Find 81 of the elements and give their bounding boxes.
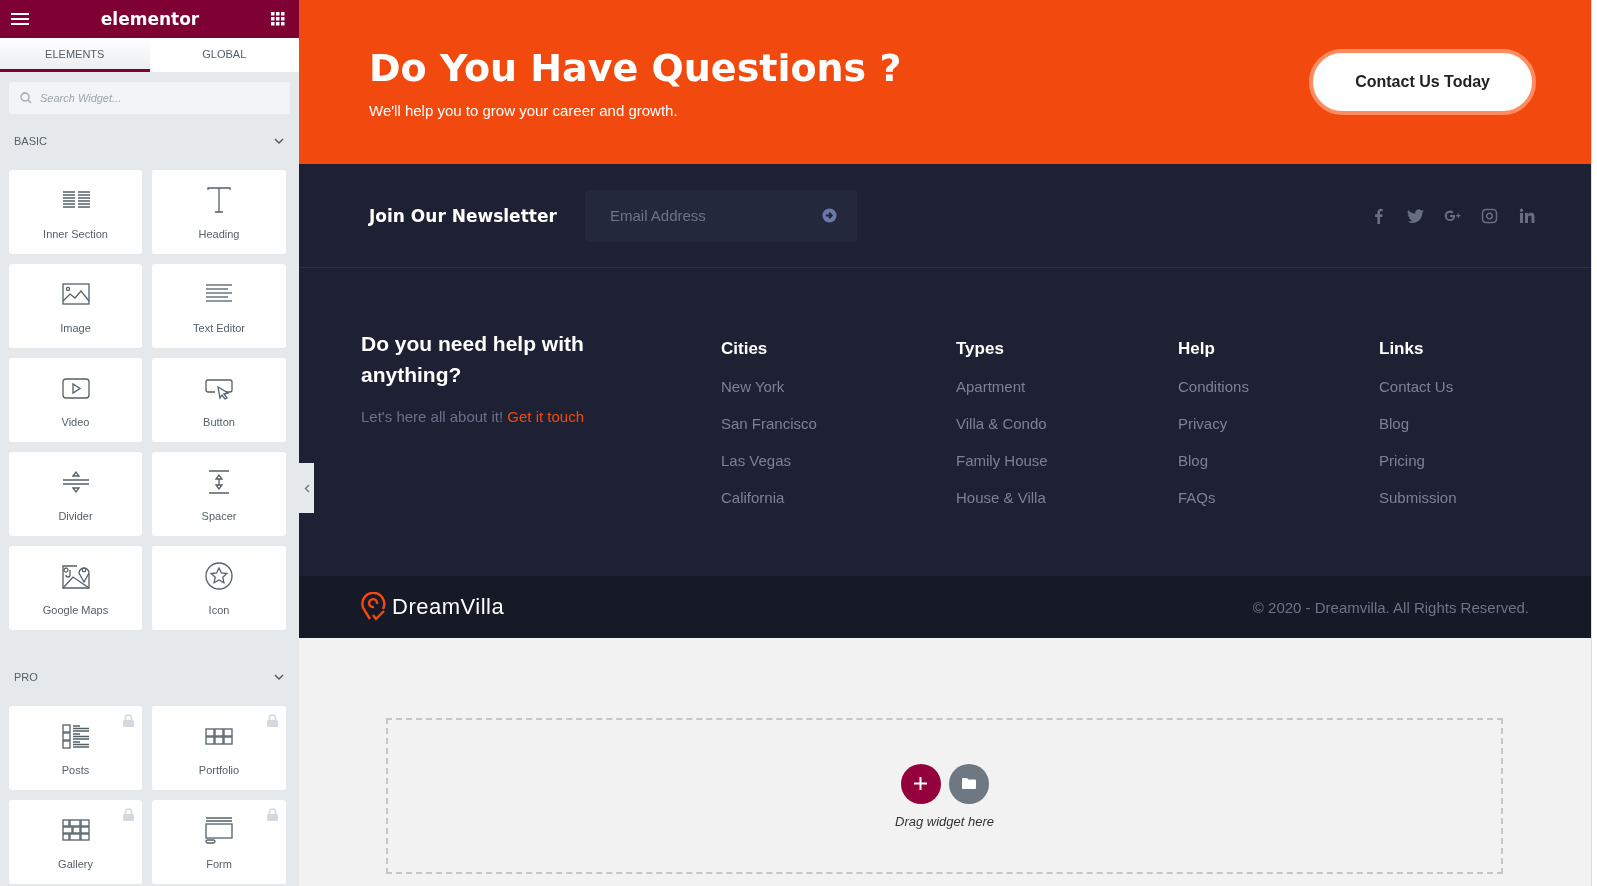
widget-card[interactable]: Inner Section (9, 170, 142, 254)
widget-card[interactable]: Form (152, 800, 286, 884)
widget-label: Inner Section (43, 228, 108, 240)
email-field[interactable]: Email Address (585, 189, 857, 242)
category-header[interactable]: BASIC (0, 116, 299, 166)
footer-column-title: Help (1178, 339, 1216, 359)
widget-label: Button (203, 416, 235, 428)
linkedin-icon[interactable] (1518, 207, 1536, 224)
brand-name: DreamVilla (392, 594, 505, 620)
footer-column-title: Types (956, 339, 1005, 359)
folder-icon (961, 778, 976, 789)
footer-link[interactable]: House & Villa (956, 488, 1178, 507)
widget-label: Gallery (58, 858, 93, 870)
widget-card[interactable]: Google Maps (9, 546, 142, 630)
widget-card[interactable]: Image (9, 264, 142, 348)
widget-label: Portfolio (198, 764, 240, 776)
category-title: PRO (14, 671, 38, 683)
menu-icon[interactable] (11, 12, 29, 26)
widget-card[interactable]: Spacer (152, 452, 286, 536)
widget-label: Google Maps (42, 604, 109, 616)
widget-card[interactable]: Divider (9, 452, 142, 536)
search-field[interactable]: Search Widget... (9, 82, 290, 114)
pin-logo-icon (361, 592, 389, 622)
footer-link[interactable]: California (721, 488, 956, 507)
widget-card[interactable]: Heading (152, 170, 286, 254)
search-icon (20, 92, 32, 104)
widget-label: Divider (58, 510, 93, 522)
widget-card[interactable]: Portfolio (152, 706, 286, 790)
form-icon (203, 814, 235, 846)
newsletter-title: Join Our Newsletter (369, 205, 558, 226)
footer-link[interactable]: Las Vegas (721, 451, 956, 470)
widget-label: Spacer (201, 510, 237, 522)
chevron-left-icon (303, 483, 310, 493)
widget-label: Image (60, 322, 91, 334)
footer-link[interactable]: Pricing (1379, 451, 1529, 470)
widget-card[interactable]: Video (9, 358, 142, 442)
category-title: BASIC (14, 135, 47, 147)
category-header[interactable]: PRO (0, 652, 299, 702)
footer-link[interactable]: Apartment (956, 377, 1178, 396)
collapse-handle[interactable] (299, 463, 314, 513)
footer-link[interactable]: Contact Us (1379, 377, 1529, 396)
widget-card[interactable]: Text Editor (152, 264, 286, 348)
footer-column-title: Links (1379, 339, 1425, 359)
footer-link[interactable]: Villa & Condo (956, 414, 1178, 433)
widget-label: Text Editor (193, 322, 245, 334)
apps-grid-icon[interactable] (271, 12, 285, 26)
twitter-icon[interactable] (1407, 207, 1425, 224)
footer-link[interactable]: Blog (1379, 414, 1529, 433)
footer-link[interactable]: Privacy (1178, 414, 1379, 433)
add-section-button[interactable] (900, 763, 941, 804)
contact-button[interactable]: Contact Us Today (1309, 49, 1536, 115)
widget-card[interactable]: Posts (9, 706, 142, 790)
help-heading: Do you need help with anything? (361, 331, 585, 388)
footer-column-title: Cities (721, 339, 769, 359)
widget-label: Heading (198, 228, 240, 240)
widget-label: Video (61, 416, 90, 428)
cta-subtitle: We'll help you to grow your career and growth. (369, 101, 679, 119)
footer-link[interactable]: Conditions (1178, 377, 1379, 396)
widget-label: Posts (61, 764, 90, 776)
widget-card[interactable]: Button (152, 358, 286, 442)
footer-link[interactable]: San Francisco (721, 414, 956, 433)
instagram-icon[interactable] (1481, 207, 1499, 224)
footer-link[interactable]: FAQs (1178, 488, 1379, 507)
help-text: Let's here all about it! Get it touch (361, 408, 585, 425)
widget-label: Form (206, 858, 232, 870)
widget-card[interactable]: Icon (152, 546, 286, 630)
template-button[interactable] (948, 763, 989, 804)
footer-link[interactable]: Family House (956, 451, 1178, 470)
cta-title: Do You Have Questions ? (369, 45, 902, 90)
chevron-icon (274, 674, 284, 680)
chevron-icon (274, 138, 284, 144)
brand-logo: elementor (100, 9, 200, 29)
copyright-text: © 2020 - Dreamvilla. All Rights Reserved. (1252, 598, 1529, 616)
widget-label: Icon (208, 604, 230, 616)
footer-link[interactable]: New York (721, 377, 956, 396)
footer-link[interactable]: Submission (1379, 488, 1529, 507)
plus-icon (914, 777, 927, 790)
footer-link[interactable]: Blog (1178, 451, 1379, 470)
drop-hint: Drag widget here (895, 813, 994, 829)
get-in-touch-link[interactable]: Get it touch (507, 408, 584, 425)
widget-card[interactable]: Gallery (9, 800, 142, 884)
